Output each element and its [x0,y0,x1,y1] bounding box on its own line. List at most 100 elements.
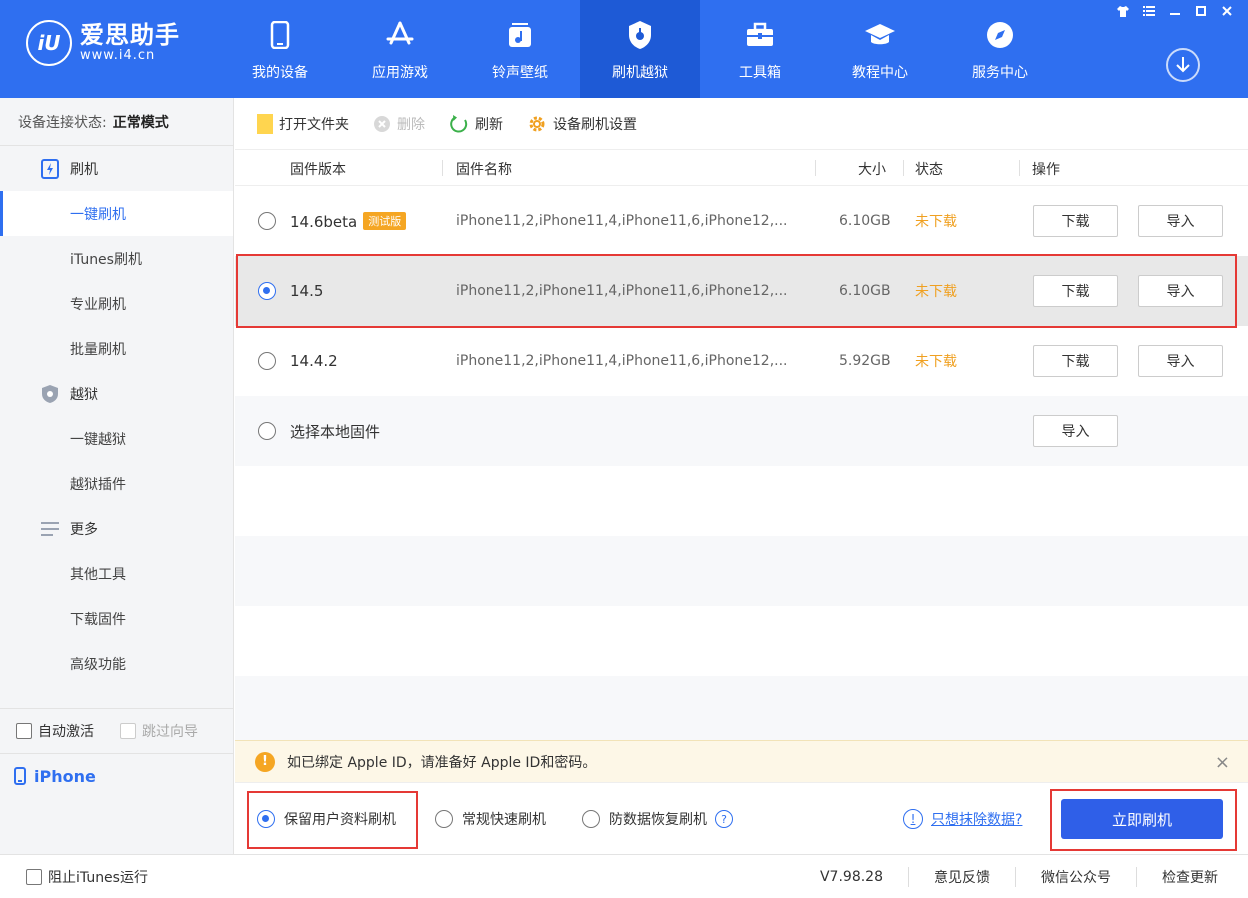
refresh-button[interactable]: 刷新 [449,114,503,134]
shirt-icon[interactable] [1112,2,1134,20]
nav-apps[interactable]: 应用游戏 [340,0,460,98]
quick-flash-radio[interactable] [435,810,453,828]
header-name: 固件名称 [456,162,512,178]
firmware-radio[interactable] [258,352,276,370]
quick-flash-option[interactable]: 常规快速刷机 [435,809,546,829]
phone-icon [264,20,296,50]
sidebar-item-one-click-jailbreak[interactable]: 一键越狱 [0,416,233,461]
notice-text: 如已绑定 Apple ID，请准备好 Apple ID和密码。 [287,754,597,771]
sidebar-item-itunes-flash[interactable]: iTunes刷机 [0,236,233,281]
header-action: 操作 [1032,162,1060,178]
firmware-radio[interactable] [258,212,276,230]
main-nav: 我的设备 应用游戏 铃声壁纸 刷机越狱 工具箱 教程中心 服务中心 [220,0,1060,98]
sidebar-group-flash[interactable]: 刷机 [0,146,233,191]
local-firmware-row[interactable]: 选择本地固件 导入 [235,396,1248,466]
window-controls [1112,2,1238,20]
wechat-link[interactable]: 微信公众号 [1015,867,1136,887]
nav-label: 我的设备 [252,65,308,81]
quick-flash-label: 常规快速刷机 [462,812,546,828]
check-update-link[interactable]: 检查更新 [1136,867,1218,887]
anti-recovery-radio[interactable] [582,810,600,828]
maximize-icon[interactable] [1190,2,1212,20]
flash-now-button[interactable]: 立即刷机 [1061,799,1223,839]
refresh-icon [449,114,469,134]
firmware-name: iPhone11,2,iPhone11,4,iPhone11,6,iPhone1… [456,213,788,229]
download-button[interactable]: 下载 [1033,205,1118,237]
sidebar-item-download-firmware[interactable]: 下载固件 [0,596,233,641]
local-import-button[interactable]: 导入 [1033,415,1118,447]
nav-label: 工具箱 [739,65,781,81]
block-itunes-checkbox[interactable] [26,869,42,885]
open-folder-label: 打开文件夹 [279,116,349,133]
group-label: 刷机 [70,161,98,178]
nav-label: 刷机越狱 [612,65,668,81]
nav-ringtones[interactable]: 铃声壁纸 [460,0,580,98]
menu-icon[interactable] [1138,2,1160,20]
nav-service[interactable]: 服务中心 [940,0,1060,98]
anti-recovery-label: 防数据恢复刷机 [609,812,707,828]
delete-button[interactable]: 删除 [373,114,425,134]
table-row[interactable]: 14.6beta 测试版 iPhone11,2,iPhone11,4,iPhone… [235,186,1248,256]
open-folder-button[interactable]: 打开文件夹 [257,113,349,134]
keep-data-radio[interactable] [257,810,275,828]
import-button[interactable]: 导入 [1138,205,1223,237]
shield-icon [624,20,656,50]
table-row[interactable]: 14.5 iPhone11,2,iPhone11,4,iPhone11,6,iP… [235,254,1248,328]
sidebar-group-more[interactable]: 更多 [0,506,233,551]
close-icon[interactable] [1216,2,1238,20]
firmware-size: 6.10GB [839,213,891,229]
device-info[interactable]: iPhone [0,754,234,798]
import-button[interactable]: 导入 [1138,345,1223,377]
sidebar-item-jailbreak-plugins[interactable]: 越狱插件 [0,461,233,506]
header-status: 状态 [915,162,943,178]
sidebar-item-one-click-flash[interactable]: 一键刷机 [0,191,233,236]
sidebar-item-pro-flash[interactable]: 专业刷机 [0,281,233,326]
anti-recovery-option[interactable]: 防数据恢复刷机 ? [582,809,733,829]
app-store-icon [384,20,416,50]
flash-settings-button[interactable]: 设备刷机设置 [527,114,637,134]
sidebar-item-other-tools[interactable]: 其他工具 [0,551,233,596]
status-label: 设备连接状态: [18,114,107,131]
info-icon: ! [903,809,923,829]
flash-settings-label: 设备刷机设置 [553,116,637,133]
empty-row [235,606,1248,676]
nav-tutorials[interactable]: 教程中心 [820,0,940,98]
block-itunes-label: 阻止iTunes运行 [48,870,148,886]
nav-label: 服务中心 [972,65,1028,81]
music-icon [504,20,536,50]
sidebar-item-batch-flash[interactable]: 批量刷机 [0,326,233,371]
nav-flash-jailbreak[interactable]: 刷机越狱 [580,0,700,98]
header-size: 大小 [858,162,886,178]
erase-data-link[interactable]: ! 只想抹除数据? [903,809,1022,829]
app-url: www.i4.cn [80,48,156,63]
help-icon[interactable]: ? [715,810,733,828]
flash-options: 保留用户资料刷机 常规快速刷机 防数据恢复刷机 ? ! 只想抹除数据? 立即刷机 [235,782,1248,854]
minimize-icon[interactable] [1164,2,1186,20]
status-bar: 阻止iTunes运行 V7.98.28 意见反馈 微信公众号 检查更新 [0,854,1248,898]
feedback-link[interactable]: 意见反馈 [908,867,1015,887]
table-row[interactable]: 14.4.2 iPhone11,2,iPhone11,4,iPhone11,6,… [235,326,1248,396]
keep-data-label: 保留用户资料刷机 [284,812,396,828]
nav-toolbox[interactable]: 工具箱 [700,0,820,98]
auto-activate-checkbox[interactable] [16,723,32,739]
firmware-status: 未下载 [915,214,957,230]
download-button[interactable]: 下载 [1033,345,1118,377]
toolbar: 打开文件夹 删除 刷新 设备刷机设置 [235,98,1248,150]
keep-data-option[interactable]: 保留用户资料刷机 [257,809,396,829]
table-header: 固件版本 固件名称 大小 状态 操作 [235,150,1248,186]
empty-row [235,676,1248,742]
sidebar-group-jailbreak[interactable]: 越狱 [0,371,233,416]
firmware-version: 14.6beta 测试版 [290,211,407,231]
graduation-cap-icon [864,20,896,50]
nav-my-device[interactable]: 我的设备 [220,0,340,98]
group-label: 越狱 [70,386,98,403]
group-label: 更多 [70,521,98,538]
local-firmware-radio[interactable] [258,422,276,440]
download-manager-icon[interactable] [1166,48,1200,82]
close-icon[interactable]: × [1215,752,1230,773]
toolbox-icon [744,20,776,50]
firmware-size: 5.92GB [839,353,891,369]
delete-icon [373,115,391,133]
local-firmware-label: 选择本地固件 [290,422,381,441]
sidebar-item-advanced[interactable]: 高级功能 [0,641,233,686]
